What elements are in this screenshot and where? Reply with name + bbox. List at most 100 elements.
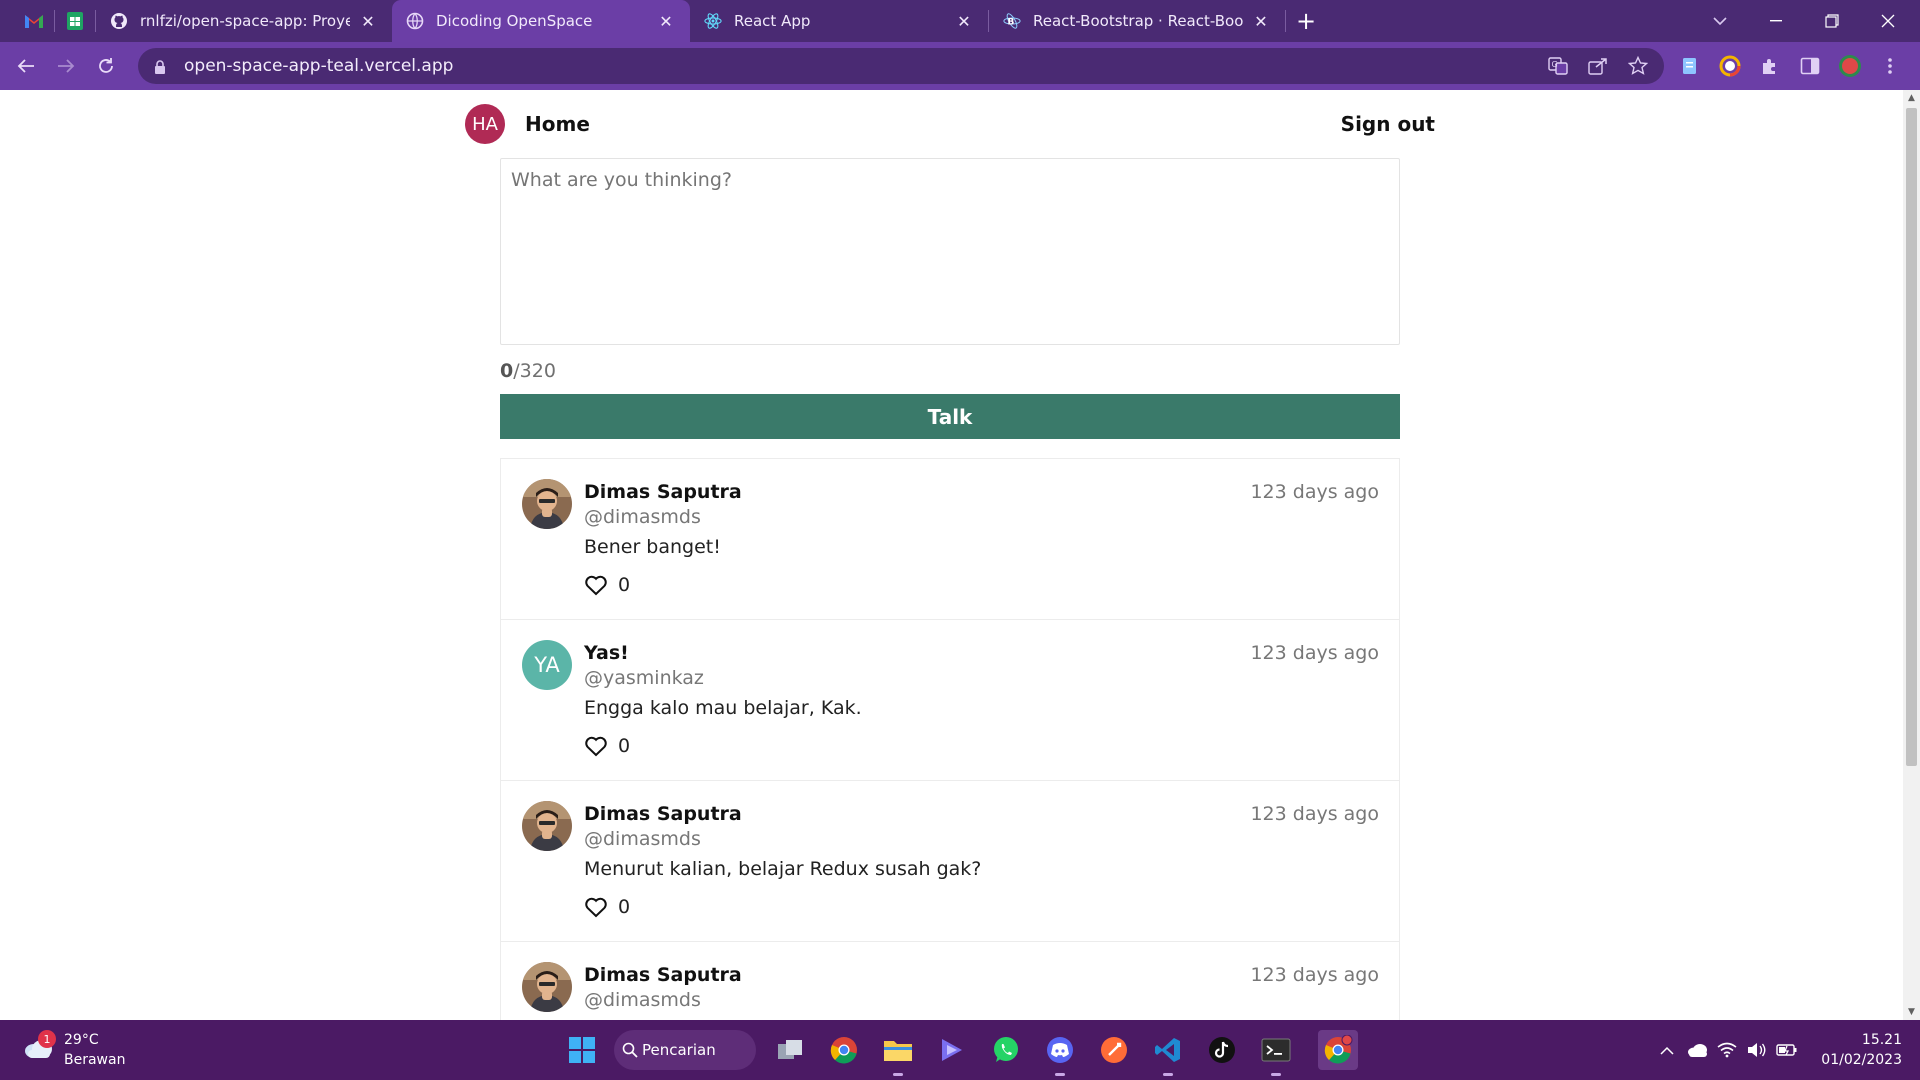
reload-icon[interactable] — [86, 46, 126, 86]
home-link[interactable]: Home — [525, 112, 590, 136]
battery-icon[interactable] — [1772, 1035, 1802, 1065]
thread-item[interactable]: Dimas Saputra @dimasmds 123 days ago Men… — [501, 781, 1399, 942]
postman-icon[interactable] — [1094, 1030, 1134, 1070]
share-icon[interactable] — [1586, 54, 1610, 78]
url-text: open-space-app-teal.vercel.app — [184, 56, 454, 76]
close-tab-icon[interactable]: ✕ — [358, 12, 378, 31]
bookmark-star-icon[interactable] — [1626, 54, 1650, 78]
close-tab-icon[interactable]: ✕ — [1251, 12, 1271, 31]
like-button[interactable]: 0 — [584, 574, 630, 596]
author-username: @dimasmds — [584, 989, 701, 1011]
search-icon — [622, 1042, 638, 1058]
author-avatar[interactable] — [522, 801, 572, 851]
tab-search-chevron-icon[interactable] — [1692, 0, 1748, 42]
svg-text:B: B — [1008, 18, 1015, 28]
gmail-icon — [25, 15, 43, 28]
whatsapp-icon[interactable] — [986, 1030, 1026, 1070]
tab-react-bootstrap[interactable]: B React-Bootstrap · React-Bootstra ✕ — [989, 0, 1285, 42]
page-scrollbar[interactable]: ▲ ▼ — [1903, 90, 1920, 1020]
chrome-active-taskbar-icon[interactable] — [1318, 1030, 1358, 1070]
sheets-pinned-tab[interactable] — [55, 0, 95, 42]
character-limit: /320 — [513, 360, 556, 382]
author-name[interactable]: Yas! — [584, 642, 629, 664]
extension-color-icon[interactable] — [1716, 52, 1744, 80]
author-name[interactable]: Dimas Saputra — [584, 803, 742, 825]
new-tab-button[interactable]: + — [1286, 0, 1326, 42]
tiktok-icon[interactable] — [1202, 1030, 1242, 1070]
browser-menu-icon[interactable] — [1876, 52, 1904, 80]
start-button[interactable] — [562, 1030, 602, 1070]
lock-icon — [154, 59, 168, 74]
browser-tab-strip: rnlfzi/open-space-app: Proyek lat ✕ Dico… — [0, 0, 1920, 42]
thread-list: Dimas Saputra @dimasmds 123 days ago Ben… — [500, 458, 1400, 1020]
windows-logo-icon — [569, 1037, 595, 1063]
thread-input[interactable] — [500, 158, 1400, 345]
search-label: Pencarian — [642, 1041, 716, 1059]
extensions-puzzle-icon[interactable] — [1756, 52, 1784, 80]
clock-date: 01/02/2023 — [1821, 1052, 1902, 1068]
discord-icon[interactable] — [1040, 1030, 1080, 1076]
sign-out-button[interactable]: Sign out — [1341, 112, 1435, 136]
user-avatar[interactable]: HA — [465, 104, 505, 144]
back-icon[interactable] — [6, 46, 46, 86]
profile-avatar-icon[interactable] — [1836, 52, 1864, 80]
talk-button[interactable]: Talk — [500, 394, 1400, 439]
forward-icon[interactable] — [46, 46, 86, 86]
author-username: @dimasmds — [584, 506, 701, 528]
thread-item[interactable]: Dimas Saputra @dimasmds 123 days ago — [501, 942, 1399, 1020]
taskbar-clock[interactable]: 15.21 01/02/2023 — [1821, 1030, 1902, 1070]
close-window-icon[interactable] — [1860, 0, 1916, 42]
volume-icon[interactable] — [1742, 1035, 1772, 1065]
close-tab-icon[interactable]: ✕ — [954, 12, 974, 31]
power-automate-icon[interactable] — [932, 1030, 972, 1070]
tab-react-app[interactable]: React App ✕ — [690, 0, 988, 42]
thread-body: Bener banget! — [584, 536, 721, 558]
gmail-pinned-tab[interactable] — [14, 0, 54, 42]
task-view-icon[interactable] — [770, 1030, 810, 1070]
vscode-icon[interactable] — [1148, 1030, 1188, 1076]
like-count: 0 — [618, 735, 631, 757]
globe-icon — [406, 12, 424, 30]
author-avatar[interactable] — [522, 962, 572, 1012]
author-avatar[interactable] — [522, 479, 572, 529]
scroll-up-icon[interactable]: ▲ — [1903, 90, 1920, 106]
onedrive-cloud-icon[interactable] — [1682, 1035, 1712, 1065]
character-counter: 0/320 — [500, 360, 556, 382]
translate-icon[interactable]: G — [1546, 54, 1570, 78]
address-bar[interactable]: open-space-app-teal.vercel.app G — [138, 48, 1664, 84]
weather-widget[interactable]: 1 29°C Berawan — [18, 1028, 148, 1072]
top-navigation: HA Home Sign out — [465, 104, 1435, 144]
notification-badge: 1 — [38, 1030, 56, 1048]
file-explorer-icon[interactable] — [878, 1030, 918, 1076]
like-button[interactable]: 0 — [584, 896, 630, 918]
author-name[interactable]: Dimas Saputra — [584, 481, 742, 503]
terminal-icon[interactable] — [1256, 1030, 1296, 1076]
browser-toolbar: open-space-app-teal.vercel.app G — [0, 42, 1920, 90]
side-panel-icon[interactable] — [1796, 52, 1824, 80]
chrome-taskbar-icon[interactable] — [824, 1030, 864, 1070]
taskbar-search[interactable]: Pencarian — [614, 1030, 756, 1070]
author-avatar[interactable]: YA — [522, 640, 572, 690]
scrollbar-thumb[interactable] — [1906, 108, 1917, 766]
show-hidden-icons-chevron-icon[interactable] — [1652, 1035, 1682, 1065]
like-button[interactable]: 0 — [584, 735, 630, 757]
thread-timestamp: 123 days ago — [1250, 642, 1379, 664]
restore-icon[interactable] — [1804, 0, 1860, 42]
wifi-icon[interactable] — [1712, 1035, 1742, 1065]
thread-item[interactable]: Dimas Saputra @dimasmds 123 days ago Ben… — [501, 459, 1399, 620]
svg-text:G: G — [1552, 60, 1558, 69]
thread-timestamp: 123 days ago — [1250, 803, 1379, 825]
author-name[interactable]: Dimas Saputra — [584, 964, 742, 986]
tab-github[interactable]: rnlfzi/open-space-app: Proyek lat ✕ — [96, 0, 392, 42]
thread-item[interactable]: YA Yas! @yasminkaz 123 days ago Engga ka… — [501, 620, 1399, 781]
close-tab-icon[interactable]: ✕ — [656, 12, 676, 31]
author-username: @dimasmds — [584, 828, 701, 850]
react-icon — [704, 12, 722, 30]
heart-icon — [585, 575, 607, 596]
tab-dicoding-openspace[interactable]: Dicoding OpenSpace ✕ — [392, 0, 690, 42]
like-count: 0 — [618, 896, 631, 918]
extension-docs-icon[interactable] — [1676, 52, 1704, 80]
system-tray — [1652, 1020, 1802, 1080]
scroll-down-icon[interactable]: ▼ — [1903, 1004, 1920, 1020]
minimize-icon[interactable] — [1748, 0, 1804, 42]
